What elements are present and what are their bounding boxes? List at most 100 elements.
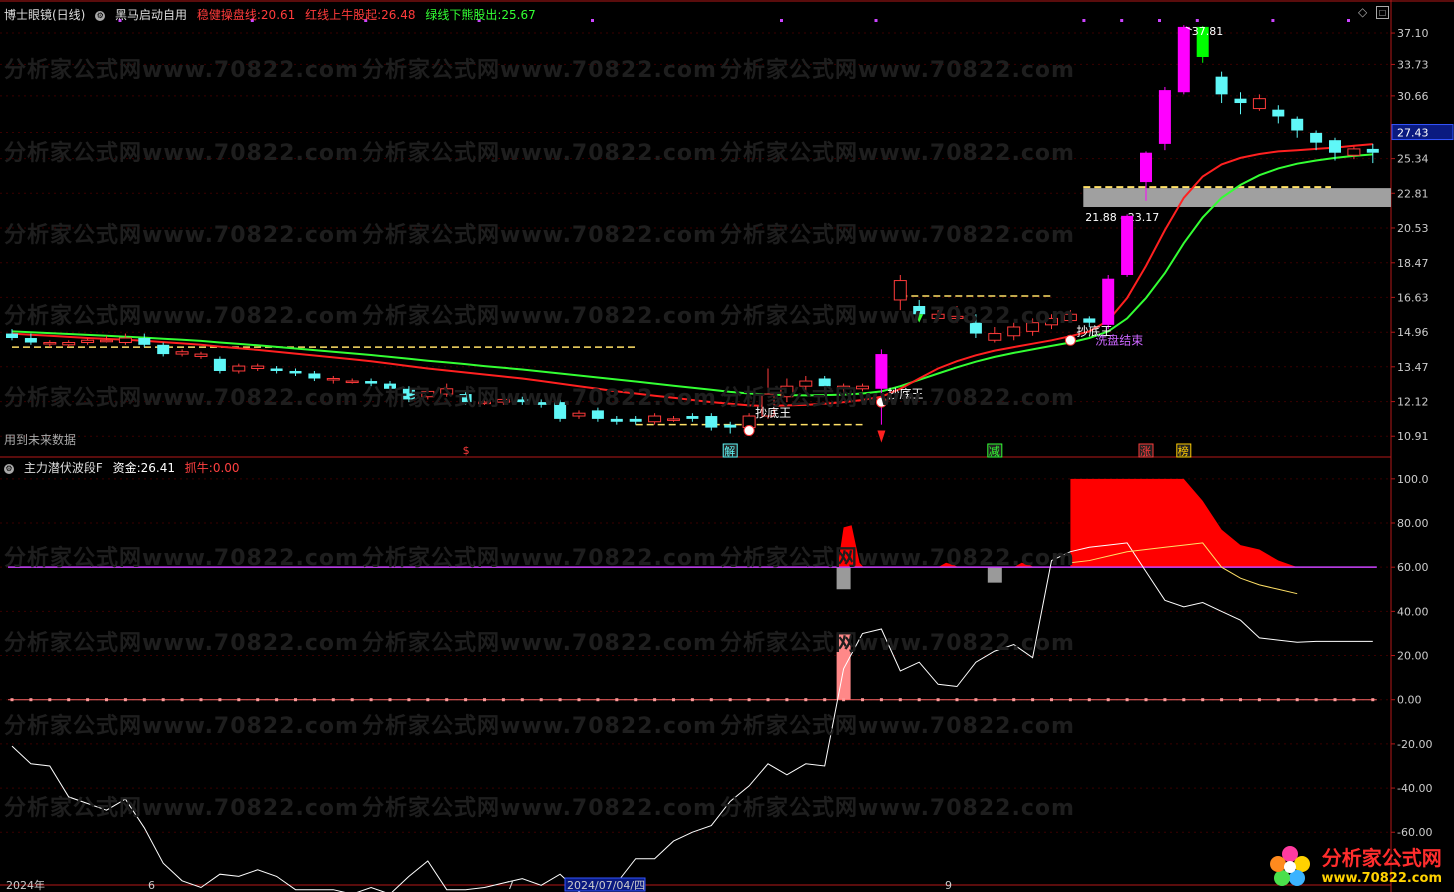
candle-body-down xyxy=(138,338,151,345)
item-wenjian-value: 20.61 xyxy=(260,8,296,22)
zero-dot xyxy=(1333,698,1337,702)
zero-dot xyxy=(577,698,581,702)
candle-body-down xyxy=(554,402,567,419)
sub-tick-label: 0.00 xyxy=(1397,694,1422,707)
candle-body-up-strong xyxy=(1177,26,1190,93)
candle-body-down xyxy=(1291,118,1304,131)
candle-body-down xyxy=(157,344,170,355)
sub-item-zhuaniu-label: 抓牛: xyxy=(184,461,213,475)
signal-circle-icon xyxy=(743,425,755,437)
logo-title: 分析家公式网 xyxy=(1321,846,1442,870)
zero-dot xyxy=(861,698,864,702)
zero-dot xyxy=(728,698,732,702)
zero-dot xyxy=(558,698,562,702)
candle-body-down xyxy=(516,399,529,403)
annotation-label: 抄底王 xyxy=(755,405,791,420)
diamond-icon[interactable]: ◇ xyxy=(1358,5,1367,19)
candle-body-up-strong xyxy=(1140,152,1152,183)
sub-item-zhuaniu-value: 0.00 xyxy=(212,461,240,475)
annotation-label: 洗盘结束 xyxy=(1095,332,1143,347)
zero-dot xyxy=(1220,698,1224,702)
item-wenjian-label: 稳健操盘线: xyxy=(196,8,261,22)
candle-body-up xyxy=(1007,326,1021,337)
signal-badge-text: 涨 xyxy=(1140,445,1151,458)
zero-dot xyxy=(86,698,90,702)
sub-tick-label: 80.00 xyxy=(1397,517,1429,530)
zero-dot xyxy=(823,698,827,702)
candle-body-up xyxy=(175,351,189,355)
price-tick-label: 22.81 xyxy=(1397,187,1429,200)
signal-badge-text: 榜 xyxy=(1178,444,1189,458)
zero-dot xyxy=(294,698,297,702)
zero-dot xyxy=(1239,698,1242,702)
candle-body-down xyxy=(913,306,926,315)
candle-body-down xyxy=(1310,132,1323,143)
candle-body-down xyxy=(969,322,982,334)
zero-dot xyxy=(48,698,52,702)
indicator-name: 博士眼镜(日线) xyxy=(4,8,86,22)
sub-tick-label: 20.00 xyxy=(1397,650,1429,663)
price-tick-label: 18.47 xyxy=(1397,257,1429,270)
price-tick-label: 30.66 xyxy=(1397,90,1429,103)
item-hongxian-label: 红线上牛股起: xyxy=(305,8,382,22)
current-price-label: 27.43 xyxy=(1397,127,1429,140)
top-marker-dot xyxy=(780,19,783,22)
zero-dot xyxy=(256,698,260,702)
settings-icon[interactable]: ⚙ xyxy=(95,10,106,21)
candle-body-up-strong xyxy=(1158,90,1171,144)
zero-dot xyxy=(1068,698,1072,702)
sub-tick-label: 60.00 xyxy=(1397,561,1429,574)
candle-body-up xyxy=(326,377,340,381)
expand-icon[interactable]: □ xyxy=(1376,6,1389,19)
price-tick-label: 37.10 xyxy=(1397,27,1429,40)
zero-dot xyxy=(709,698,713,702)
zero-dot xyxy=(1087,698,1091,702)
item-hongxian-value: 26.48 xyxy=(381,8,416,22)
candle-body-down xyxy=(213,358,226,371)
sub-tick-label: -40.00 xyxy=(1397,782,1432,795)
sub-tick-label: -60.00 xyxy=(1397,826,1432,839)
candle-body-up xyxy=(780,385,794,398)
price-tick-label: 25.34 xyxy=(1397,153,1429,166)
zero-dot xyxy=(1012,698,1016,702)
zero-dot xyxy=(180,698,184,702)
candle-body-up xyxy=(43,342,57,345)
zero-dot xyxy=(804,698,808,702)
support-zone xyxy=(1083,188,1391,207)
zero-dot xyxy=(917,698,921,702)
zero-dot xyxy=(237,698,241,702)
candle-body-up xyxy=(799,380,813,387)
candle-body-down xyxy=(459,394,472,403)
candle-body-up xyxy=(1045,317,1058,326)
future-data-note: 用到未来数据 xyxy=(4,433,77,447)
flower-logo-icon xyxy=(1269,846,1310,886)
settings-icon[interactable]: ⚙ xyxy=(4,463,14,474)
price-tick-label: 13.47 xyxy=(1397,361,1429,374)
zero-dot xyxy=(1352,698,1356,702)
candle-body-down xyxy=(1366,148,1379,153)
zero-dot xyxy=(936,698,940,702)
candle-body-up-strong xyxy=(875,354,888,389)
sub-item-zijin-label: 资金: xyxy=(112,461,141,475)
zero-dot xyxy=(634,698,638,702)
x-tick-label: 7 xyxy=(507,879,514,892)
signal-circle-icon xyxy=(1064,334,1076,346)
candle-body-down xyxy=(686,416,699,419)
candle-body-up xyxy=(648,415,662,423)
top-marker-dot xyxy=(1347,19,1350,22)
signal-badge-text: 解 xyxy=(724,444,735,458)
top-marker-dot xyxy=(1271,19,1275,22)
zero-dot xyxy=(29,698,33,702)
zero-dot xyxy=(672,698,675,702)
zero-dot xyxy=(123,698,127,702)
candle-body-up xyxy=(988,333,1002,341)
candle-body-up xyxy=(496,398,510,403)
zero-dot xyxy=(785,698,789,702)
zero-dot xyxy=(1050,698,1053,702)
zero-dot xyxy=(993,698,997,702)
candle-body-up xyxy=(950,315,964,319)
zero-dot xyxy=(898,698,902,702)
pink-bar xyxy=(836,633,851,700)
zero-dot xyxy=(388,698,392,702)
candle-body-down xyxy=(384,383,396,389)
